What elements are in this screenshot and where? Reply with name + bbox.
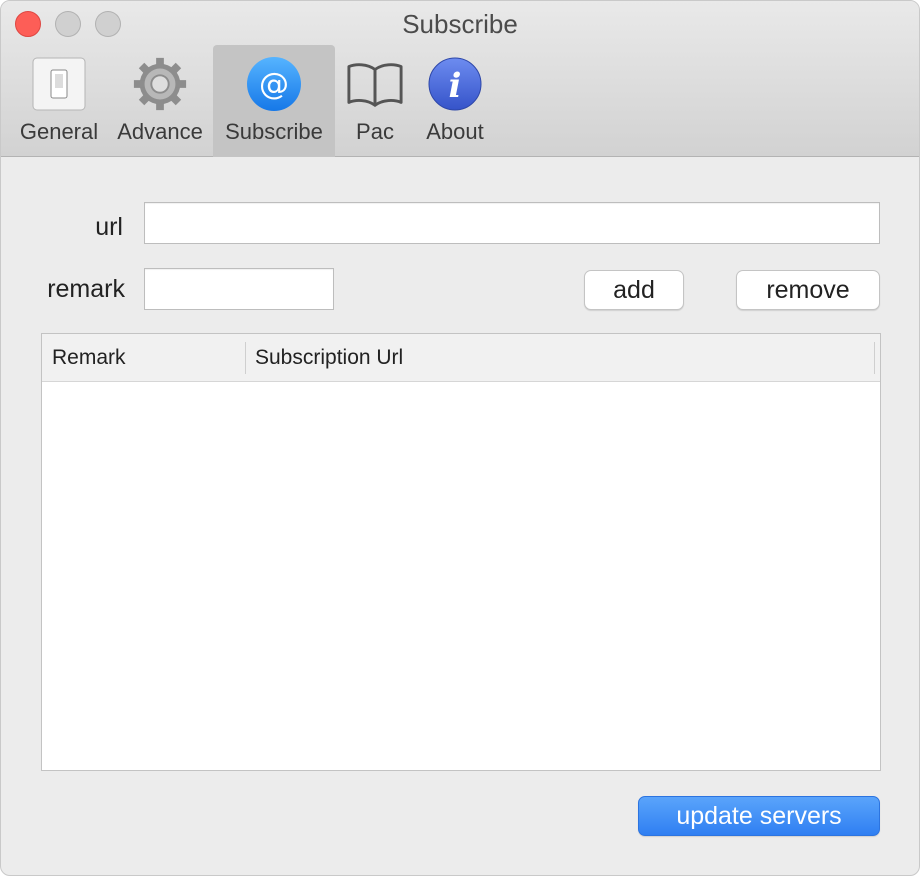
tab-label: General (19, 119, 99, 144)
svg-text:i: i (449, 66, 462, 106)
titlebar: Subscribe General Advance @ Subscribe Pa… (1, 1, 919, 157)
tab-label: About (426, 119, 484, 144)
remark-label: remark (47, 275, 125, 303)
gear-icon (131, 55, 189, 113)
tab-general[interactable]: General (13, 45, 105, 157)
url-input[interactable] (144, 202, 880, 244)
remark-input[interactable] (144, 268, 334, 310)
window-title: Subscribe (402, 9, 518, 39)
remove-button[interactable]: remove (736, 270, 880, 310)
url-label: url (95, 213, 123, 241)
add-button[interactable]: add (584, 270, 684, 310)
preferences-window: Subscribe General Advance @ Subscribe Pa… (0, 0, 920, 876)
column-header-remark[interactable]: Remark (52, 334, 126, 382)
tab-pac[interactable]: Pac (339, 45, 411, 157)
table-header: Remark Subscription Url (42, 334, 880, 382)
switch-icon (30, 55, 88, 113)
at-sign-icon: @ (245, 55, 303, 113)
subscription-table[interactable]: Remark Subscription Url (41, 333, 881, 771)
tab-label: Pac (356, 119, 394, 144)
preferences-toolbar: General Advance @ Subscribe Pac i About (1, 45, 919, 157)
tab-subscribe[interactable]: @ Subscribe (213, 45, 335, 157)
tab-label: Advance (117, 119, 203, 144)
tab-advance[interactable]: Advance (111, 45, 209, 157)
tab-about[interactable]: i About (415, 45, 495, 157)
svg-text:@: @ (259, 67, 289, 102)
column-header-subscription-url[interactable]: Subscription Url (255, 334, 403, 382)
info-icon: i (426, 55, 484, 113)
column-divider[interactable] (874, 342, 875, 374)
tab-label: Subscribe (225, 119, 323, 144)
update-servers-button[interactable]: update servers (638, 796, 880, 836)
book-icon (346, 55, 404, 113)
column-divider[interactable] (245, 342, 246, 374)
